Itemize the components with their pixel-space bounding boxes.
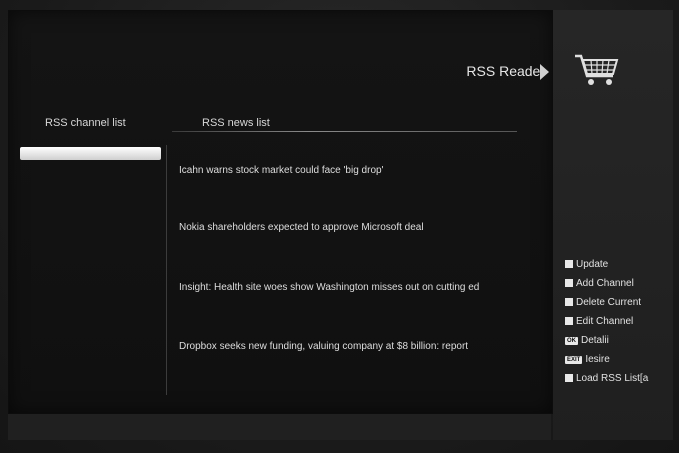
news-item[interactable]: Insight: Health site woes show Washingto… [179,282,479,293]
legend-edit-channel[interactable]: Edit Channel [565,316,673,335]
exit-key-icon: EXIT [565,356,583,364]
channel-list-header: RSS channel list [45,117,126,129]
legend-label: Edit Channel [576,316,634,327]
legend-load-list[interactable]: Load RSS List[a [565,373,673,392]
legend-label: Iesire [585,354,610,365]
cart-icon [575,54,619,85]
legend-delete-current[interactable]: Delete Current [565,297,673,316]
legend-label: Detalii [581,335,609,346]
ok-key-icon: OK [565,337,578,345]
header-divider [172,131,517,132]
page-title: RSS Reader [466,63,545,79]
legend-label: Delete Current [576,297,642,308]
green-key-icon [565,279,573,287]
blue-key-icon [565,317,573,325]
arrow-right-icon [540,64,549,80]
legend-label: Load RSS List[a [576,373,649,384]
channel-item-selected[interactable] [20,147,161,160]
legend-label: Update [576,259,609,270]
tv-screen: RSS Reader RSS channel list RSS news lis… [0,0,679,453]
white-key-icon [565,374,573,382]
news-list-header: RSS news list [202,117,270,129]
channel-list[interactable] [18,145,166,395]
legend-exit[interactable]: EXIT Iesire [565,354,673,373]
column-divider [166,145,167,395]
red-key-icon [565,260,573,268]
legend-label: Add Channel [576,278,634,289]
legend-add-channel[interactable]: Add Channel [565,278,673,297]
yellow-key-icon [565,298,573,306]
news-item[interactable]: Dropbox seeks new funding, valuing compa… [179,341,468,352]
news-item[interactable]: Nokia shareholders expected to approve M… [179,222,424,233]
key-legend: Update Add Channel Delete Current Edit C… [565,259,673,392]
bottom-strip [8,414,551,440]
legend-update[interactable]: Update [565,259,673,278]
legend-detail[interactable]: OK Detalii [565,335,673,354]
news-item[interactable]: Icahn warns stock market could face 'big… [179,165,383,176]
